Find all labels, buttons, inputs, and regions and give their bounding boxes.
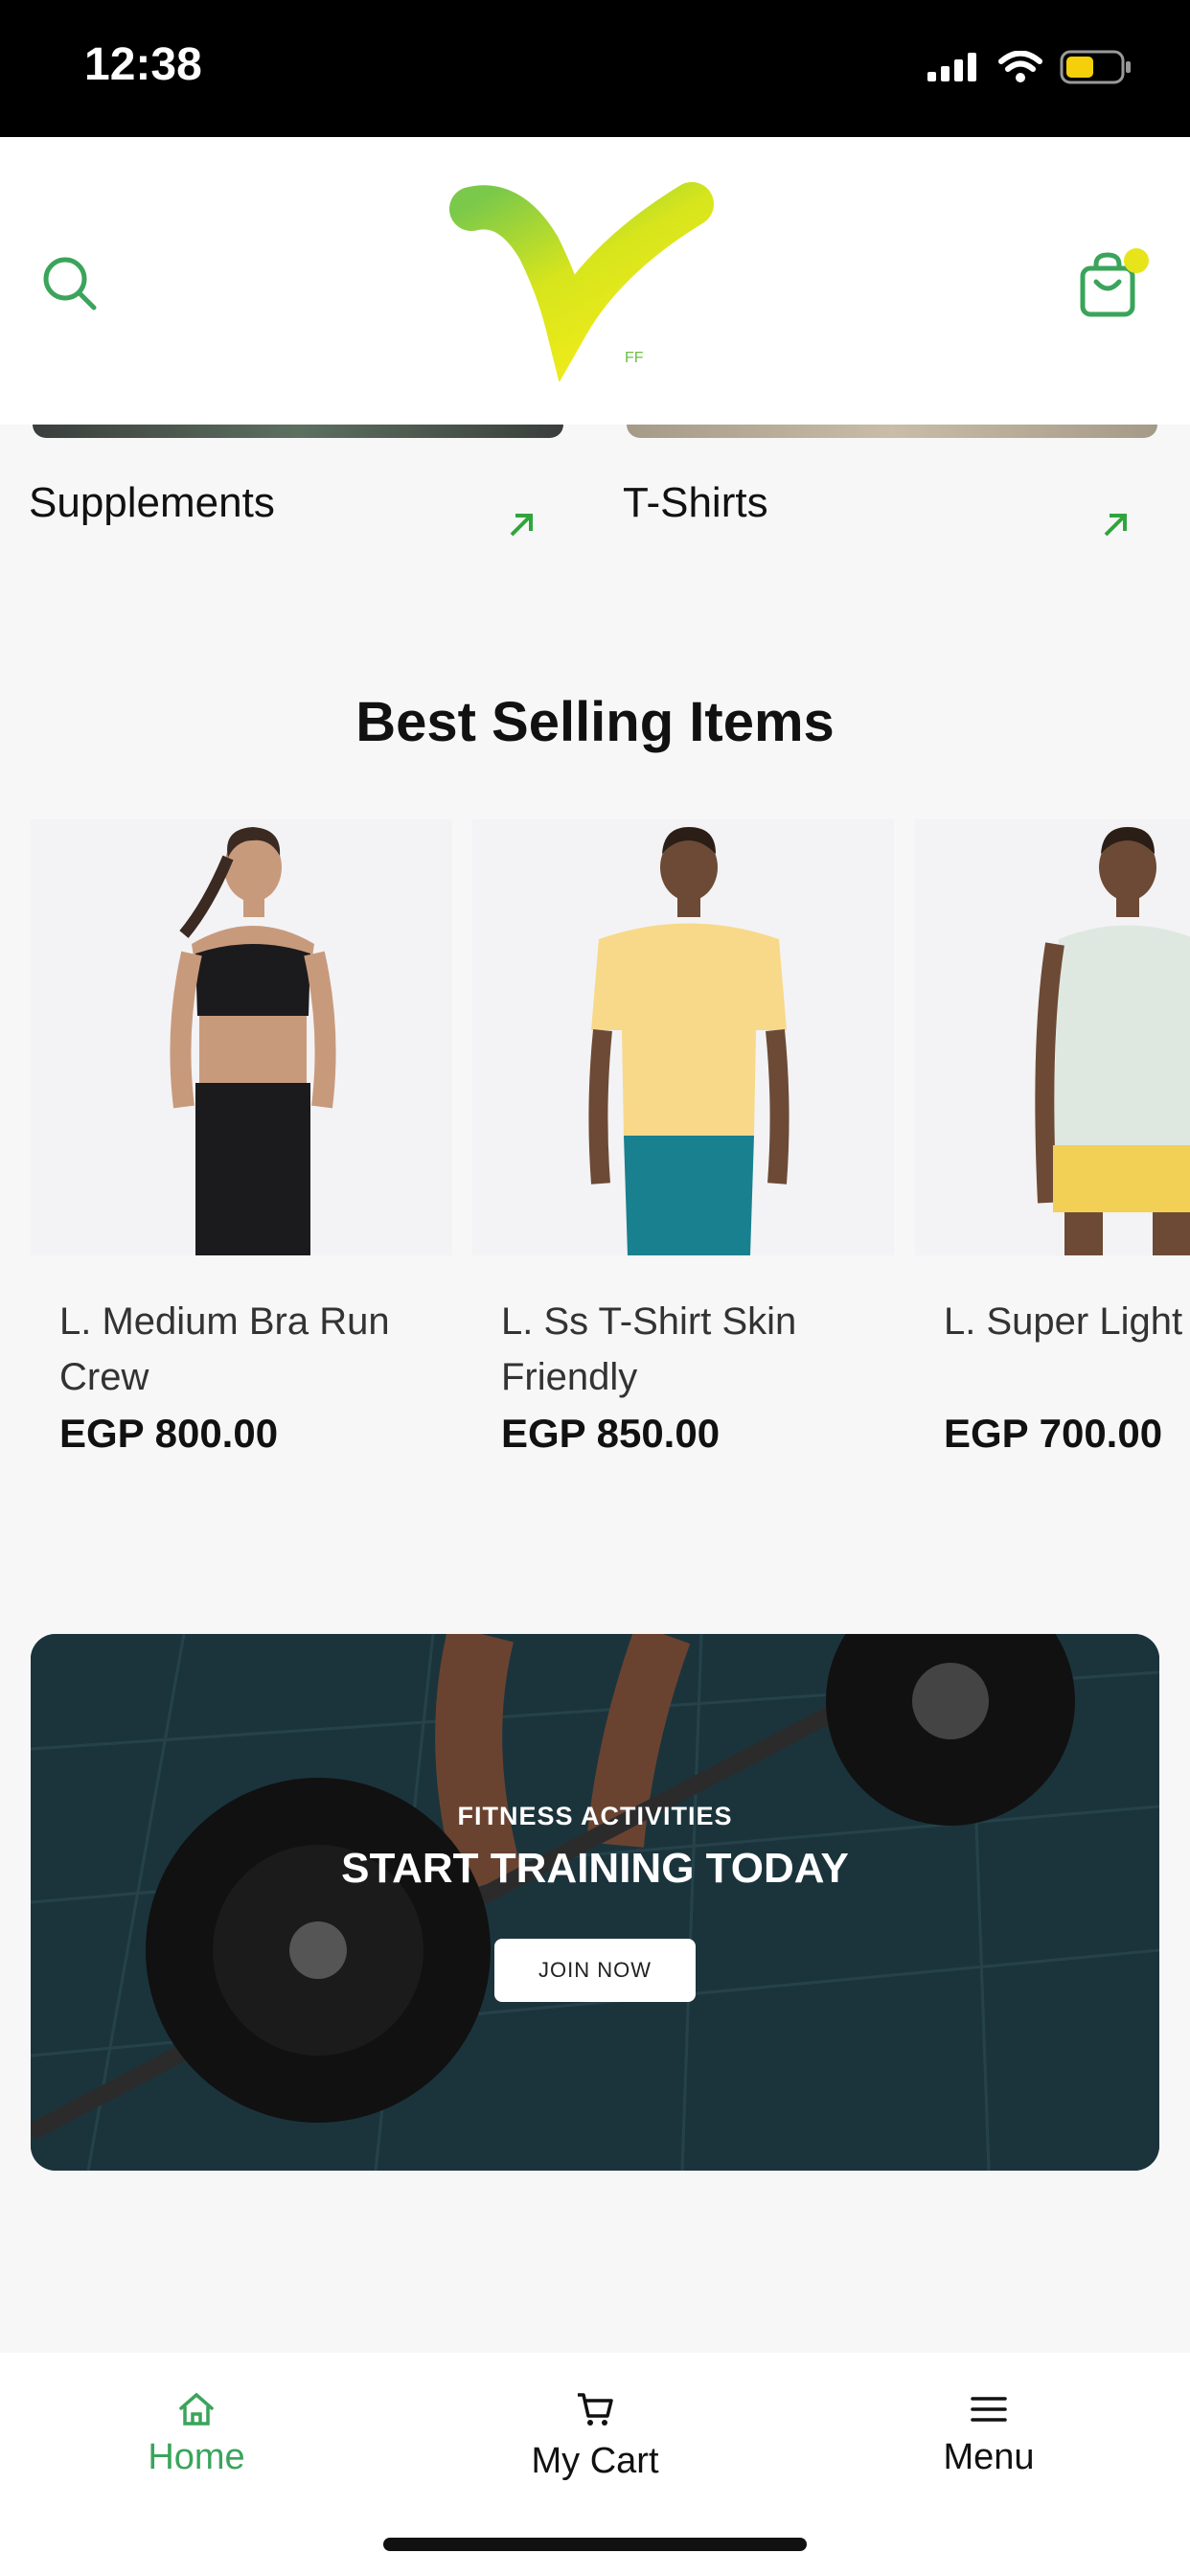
arrow-up-right-icon[interactable] bbox=[506, 508, 538, 540]
arrow-up-right-icon[interactable] bbox=[1100, 508, 1133, 540]
nav-home-label: Home bbox=[148, 2437, 245, 2477]
shopping-bag-icon bbox=[1080, 248, 1149, 317]
product-name-line2[interactable]: Crew bbox=[31, 1349, 452, 1405]
status-bar: 12:38 bbox=[0, 0, 1190, 137]
product-card[interactable]: L. Medium Bra Run Crew EGP 800.00 bbox=[31, 819, 452, 1457]
product-card[interactable]: L. Super Light EGP 700.00 bbox=[915, 819, 1190, 1457]
product-card[interactable]: L. Ss T-Shirt Skin Friendly EGP 850.00 bbox=[472, 819, 894, 1457]
nav-menu-label: Menu bbox=[943, 2437, 1035, 2477]
product-name-line1[interactable]: L. Medium Bra Run bbox=[31, 1294, 452, 1349]
search-button[interactable] bbox=[38, 252, 102, 315]
wifi-icon bbox=[998, 51, 1042, 82]
product-name-line2[interactable]: Friendly bbox=[472, 1349, 894, 1405]
product-name-line1[interactable]: L. Ss T-Shirt Skin bbox=[472, 1294, 894, 1349]
nav-cart-label: My Cart bbox=[531, 2441, 659, 2481]
signal-icon bbox=[927, 53, 976, 81]
training-banner[interactable]: FITNESS ACTIVITIES START TRAINING TODAY … bbox=[31, 1634, 1159, 2171]
hamburger-menu-icon bbox=[971, 2397, 1007, 2422]
product-name-line2[interactable] bbox=[915, 1349, 1190, 1405]
banner-subtitle: FITNESS ACTIVITIES bbox=[457, 1802, 733, 1830]
product-image[interactable] bbox=[31, 819, 452, 1255]
product-name-line1[interactable]: L. Super Light bbox=[915, 1294, 1190, 1349]
category-tshirts-label[interactable]: T-Shirts bbox=[623, 479, 768, 527]
home-icon bbox=[179, 2392, 214, 2426]
barbell-background-image bbox=[31, 1634, 1159, 2171]
section-title-best-selling: Best Selling Items bbox=[355, 691, 835, 753]
product-image[interactable] bbox=[472, 819, 894, 1255]
brand-logo[interactable]: FF bbox=[443, 180, 730, 381]
category-image-tshirts[interactable] bbox=[627, 425, 1157, 438]
model-black-sportswear-image bbox=[170, 827, 336, 1255]
status-time: 12:38 bbox=[84, 39, 202, 90]
header-cart-button[interactable] bbox=[1073, 247, 1150, 324]
model-white-tank-image bbox=[1035, 827, 1190, 1255]
svg-text:FF: FF bbox=[625, 350, 644, 366]
cart-icon bbox=[578, 2393, 613, 2426]
nav-my-cart[interactable]: My Cart bbox=[451, 2389, 739, 2482]
join-now-button[interactable]: JOIN NOW bbox=[494, 1939, 696, 2002]
status-icons bbox=[927, 50, 1133, 84]
app-header: FF bbox=[0, 137, 1190, 425]
search-icon bbox=[43, 257, 97, 310]
category-supplements-label[interactable]: Supplements bbox=[29, 479, 275, 527]
home-indicator bbox=[383, 2538, 807, 2551]
nav-menu[interactable]: Menu bbox=[845, 2389, 1133, 2478]
product-price: EGP 700.00 bbox=[944, 1411, 1163, 1456]
product-price: EGP 800.00 bbox=[59, 1411, 279, 1456]
banner-title: START TRAINING TODAY bbox=[341, 1845, 849, 1892]
model-yellow-tshirt-image bbox=[588, 827, 790, 1255]
product-price: EGP 850.00 bbox=[501, 1411, 721, 1456]
battery-icon bbox=[1060, 50, 1131, 84]
product-image[interactable] bbox=[915, 819, 1190, 1255]
best-selling-carousel[interactable]: L. Medium Bra Run Crew EGP 800.00 L. Ss … bbox=[0, 819, 1190, 1481]
category-image-supplements[interactable] bbox=[33, 425, 563, 438]
nav-home[interactable]: Home bbox=[53, 2389, 340, 2478]
